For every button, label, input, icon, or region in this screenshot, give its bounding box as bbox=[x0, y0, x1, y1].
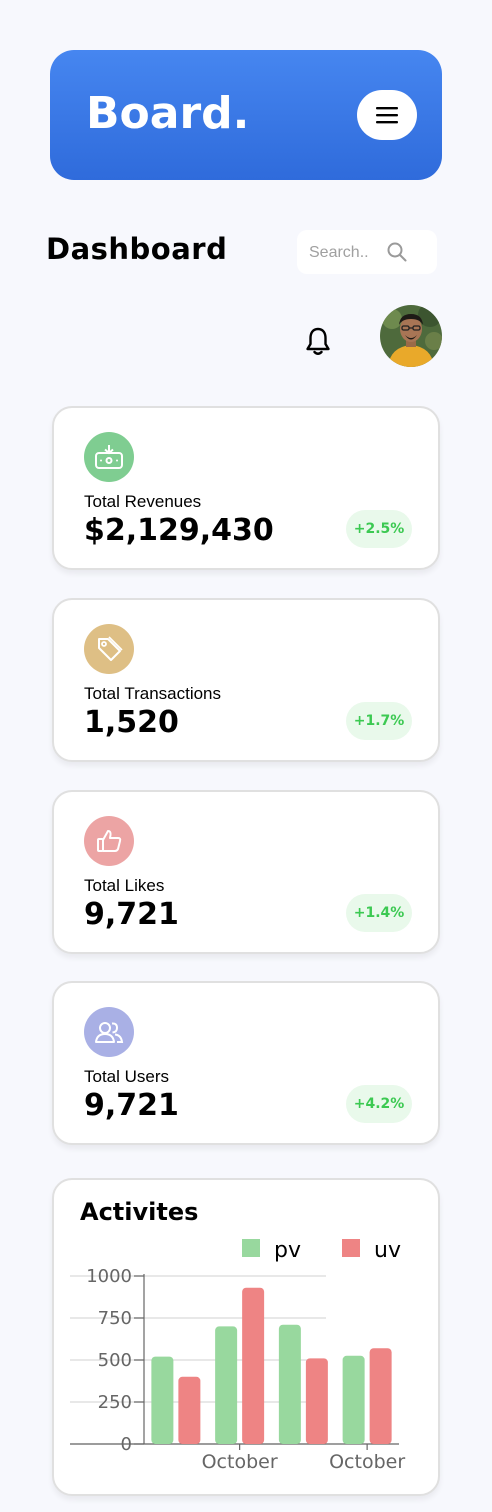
chart-bar-pv bbox=[151, 1356, 174, 1444]
legend-label-pv: pv bbox=[274, 1238, 301, 1263]
legend-swatch-pv bbox=[242, 1239, 260, 1257]
stat-change-badge: +1.7% bbox=[346, 702, 412, 740]
menu-button[interactable] bbox=[357, 90, 417, 140]
users-icon bbox=[84, 1007, 134, 1057]
stat-label: Total Users bbox=[84, 1067, 170, 1086]
money-icon bbox=[84, 432, 134, 482]
chart-bar-uv bbox=[178, 1376, 201, 1444]
search-icon[interactable] bbox=[386, 241, 408, 263]
stat-label: Total Likes bbox=[84, 876, 165, 895]
stat-card-transactions[interactable]: Total Transactions 1,520 +1.7% bbox=[52, 598, 440, 762]
chart-bar-pv bbox=[215, 1326, 238, 1444]
bell-icon[interactable] bbox=[302, 325, 334, 357]
stat-value: $2,129,430 bbox=[84, 513, 274, 548]
stat-value: 9,721 bbox=[84, 897, 179, 932]
stat-value: 9,721 bbox=[84, 1088, 179, 1123]
stat-change-badge: +4.2% bbox=[346, 1085, 412, 1123]
page-title: Dashboard bbox=[46, 232, 228, 266]
stat-value: 1,520 bbox=[84, 705, 179, 740]
hamburger-icon bbox=[376, 107, 398, 124]
legend-label-uv: uv bbox=[374, 1238, 401, 1263]
stat-label: Total Transactions bbox=[84, 684, 222, 703]
avatar-image bbox=[380, 305, 442, 367]
x-tick-label: October bbox=[329, 1451, 405, 1473]
search-input[interactable] bbox=[307, 240, 391, 266]
stat-card-revenues[interactable]: Total Revenues $2,129,430 +2.5% bbox=[52, 406, 440, 570]
stat-change-badge: +2.5% bbox=[346, 510, 412, 548]
stat-card-likes[interactable]: Total Likes 9,721 +1.4% bbox=[52, 790, 440, 954]
stat-label: Total Revenues bbox=[84, 492, 202, 511]
legend-swatch-uv bbox=[342, 1239, 360, 1257]
activities-card: Activites 0 250 500 750 1000 October October pv… bbox=[52, 1178, 440, 1496]
stat-card-users[interactable]: Total Users 9,721 +4.2% bbox=[52, 981, 440, 1145]
y-tick-label: 250 bbox=[98, 1392, 132, 1413]
brand-logo: Board. bbox=[86, 88, 250, 139]
chart-bar-uv bbox=[305, 1358, 328, 1444]
chart-bar-pv bbox=[278, 1324, 301, 1444]
tag-icon bbox=[84, 624, 134, 674]
chart-bar-uv bbox=[242, 1287, 265, 1444]
y-tick-label: 1000 bbox=[86, 1266, 132, 1287]
search-box[interactable] bbox=[297, 230, 437, 274]
y-tick-label: 500 bbox=[98, 1350, 132, 1371]
user-avatar[interactable] bbox=[380, 305, 442, 367]
chart-bar-uv bbox=[369, 1348, 392, 1444]
thumbs-up-icon bbox=[84, 816, 134, 866]
chart-bar-pv bbox=[342, 1355, 365, 1444]
y-tick-label: 750 bbox=[98, 1308, 132, 1329]
activities-chart: 02505007501000October Octoberpv uv bbox=[70, 1238, 405, 1473]
x-tick-label: October bbox=[202, 1451, 278, 1473]
stat-change-badge: +1.4% bbox=[346, 894, 412, 932]
header-banner: Board. bbox=[50, 50, 442, 180]
